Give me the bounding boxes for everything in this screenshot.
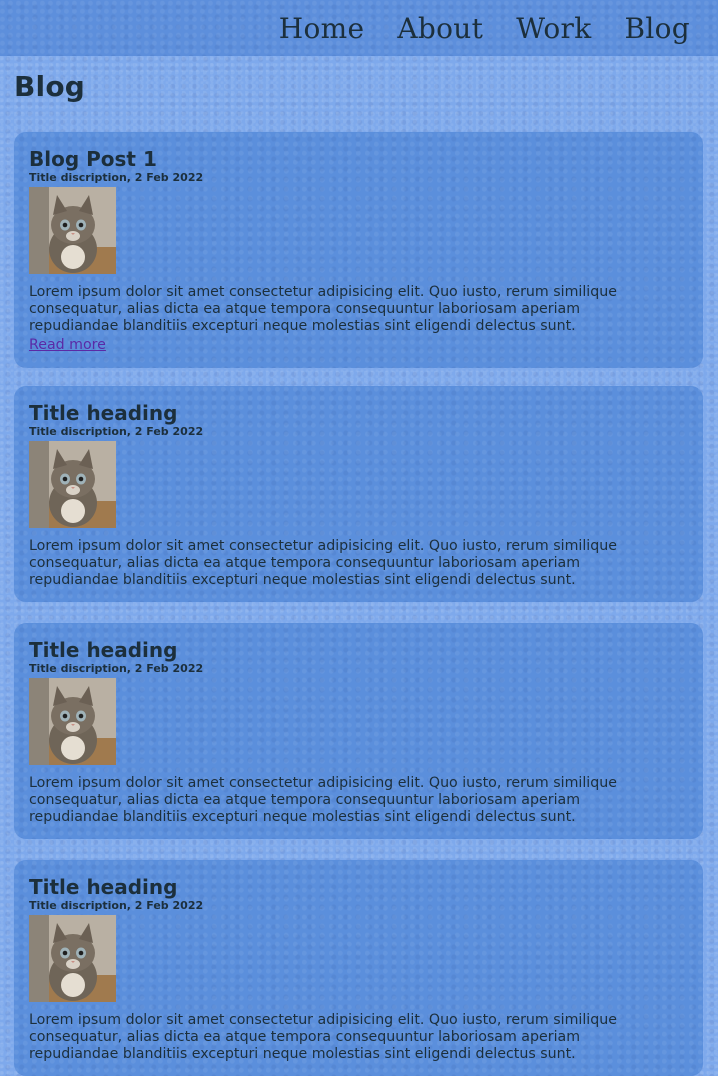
nav-link-work[interactable]: Work xyxy=(516,11,591,47)
kitten-image xyxy=(29,187,116,274)
post-title: Title heading xyxy=(29,875,178,899)
blog-post-card: Title heading Title discription, 2 Feb 2… xyxy=(14,623,703,839)
blog-post-card: Title heading Title discription, 2 Feb 2… xyxy=(14,860,703,1076)
page-title: Blog xyxy=(14,70,86,103)
post-meta: Title discription, 2 Feb 2022 xyxy=(29,899,204,912)
post-title: Title heading xyxy=(29,401,178,425)
kitten-image xyxy=(29,915,116,1002)
post-excerpt: Lorem ipsum dolor sit amet consectetur a… xyxy=(29,538,617,588)
blog-post-card: Title heading Title discription, 2 Feb 2… xyxy=(14,386,703,602)
main-nav: Home About Work Blog xyxy=(279,11,690,47)
nav-link-home[interactable]: Home xyxy=(279,11,365,47)
post-excerpt: Lorem ipsum dolor sit amet consectetur a… xyxy=(29,1012,617,1062)
kitten-image xyxy=(29,678,116,765)
post-meta: Title discription, 2 Feb 2022 xyxy=(29,662,204,675)
post-excerpt: Lorem ipsum dolor sit amet consectetur a… xyxy=(29,775,617,825)
kitten-image xyxy=(29,441,116,528)
post-title: Blog Post 1 xyxy=(29,147,157,171)
post-meta: Title discription, 2 Feb 2022 xyxy=(29,425,204,438)
post-excerpt: Lorem ipsum dolor sit amet consectetur a… xyxy=(29,284,617,334)
post-meta: Title discription, 2 Feb 2022 xyxy=(29,171,204,184)
nav-link-about[interactable]: About xyxy=(397,11,483,47)
top-nav-bar: Home About Work Blog xyxy=(0,0,718,56)
nav-link-blog[interactable]: Blog xyxy=(624,11,690,47)
post-title: Title heading xyxy=(29,638,178,662)
blog-post-card: Blog Post 1 Title discription, 2 Feb 202… xyxy=(14,132,703,368)
read-more-link[interactable]: Read more xyxy=(29,337,106,354)
